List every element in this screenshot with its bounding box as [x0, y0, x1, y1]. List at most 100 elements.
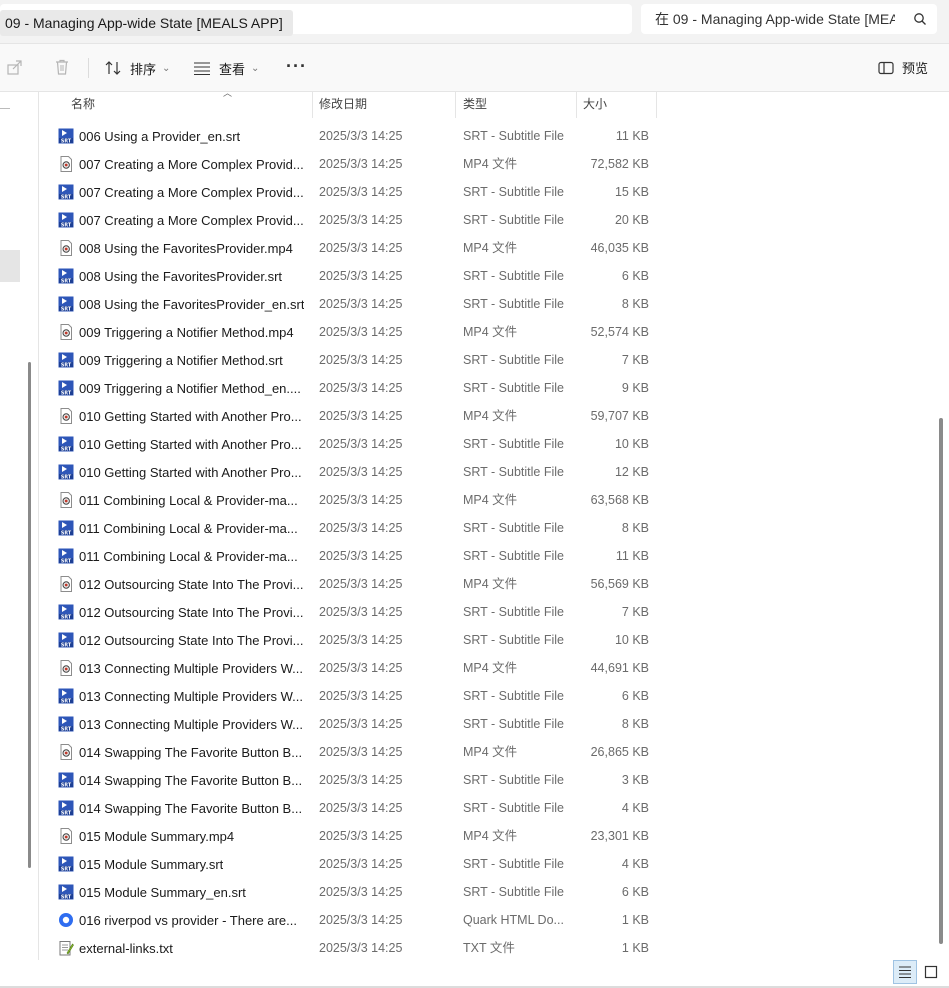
file-name-cell[interactable]: SRT 008 Using the FavoritesProvider.srt: [58, 262, 326, 290]
file-row[interactable]: 015 Module Summary.mp4 2025/3/3 14:25 MP4 …: [39, 822, 939, 850]
file-row[interactable]: SRT 015 Module Summary.srt 2025/3/3 14:25 S…: [39, 850, 939, 878]
column-header-type[interactable]: 类型: [455, 92, 575, 120]
search-input[interactable]: 在 09 - Managing App-wide State [MEALS AP…: [641, 4, 937, 34]
file-row[interactable]: 014 Swapping The Favorite Button B... 202…: [39, 738, 939, 766]
file-name-cell[interactable]: SRT 013 Connecting Multiple Providers W..…: [58, 682, 326, 710]
file-name-cell[interactable]: SRT 007 Creating a More Complex Provid...: [58, 178, 326, 206]
file-name: 012 Outsourcing State Into The Provi...: [79, 604, 304, 620]
file-date: 2025/3/3 14:25: [319, 325, 403, 339]
file-name-cell[interactable]: external-links.txt: [58, 934, 326, 962]
file-type: SRT - Subtitle File: [463, 801, 564, 815]
file-row[interactable]: 010 Getting Started with Another Pro... 2…: [39, 402, 939, 430]
file-name-cell[interactable]: SRT 012 Outsourcing State Into The Provi.…: [58, 598, 326, 626]
file-name-cell[interactable]: SRT 014 Swapping The Favorite Button B...: [58, 794, 326, 822]
file-name-cell[interactable]: SRT 009 Triggering a Notifier Method.srt: [58, 346, 326, 374]
file-name-cell[interactable]: 015 Module Summary.mp4: [58, 822, 326, 850]
delete-icon[interactable]: [53, 58, 71, 76]
column-header-date[interactable]: 修改日期: [311, 92, 455, 120]
file-name-cell[interactable]: SRT 008 Using the FavoritesProvider_en.sr…: [58, 290, 326, 318]
file-row[interactable]: SRT 006 Using a Provider_en.srt 2025/3/3 1…: [39, 122, 939, 150]
column-header-name[interactable]: 名称: [63, 92, 313, 120]
file-name-cell[interactable]: SRT 011 Combining Local & Provider-ma...: [58, 542, 326, 570]
file-name-cell[interactable]: SRT 013 Connecting Multiple Providers W..…: [58, 710, 326, 738]
file-row[interactable]: SRT 008 Using the FavoritesProvider.srt 20…: [39, 262, 939, 290]
file-type: SRT - Subtitle File: [463, 353, 564, 367]
file-row[interactable]: SRT 010 Getting Started with Another Pro.…: [39, 458, 939, 486]
file-name-cell[interactable]: 011 Combining Local & Provider-ma...: [58, 486, 326, 514]
file-row[interactable]: 016 riverpod vs provider - There are... 2…: [39, 906, 939, 934]
file-row[interactable]: 009 Triggering a Notifier Method.mp4 2025…: [39, 318, 939, 346]
view-button[interactable]: 查看 ⌄: [193, 54, 259, 82]
file-name-cell[interactable]: 012 Outsourcing State Into The Provi...: [58, 570, 326, 598]
details-view-button[interactable]: [893, 960, 917, 984]
file-row[interactable]: SRT 007 Creating a More Complex Provid...…: [39, 206, 939, 234]
file-type: SRT - Subtitle File: [463, 297, 564, 311]
file-row[interactable]: SRT 011 Combining Local & Provider-ma... 2…: [39, 514, 939, 542]
file-name-cell[interactable]: 009 Triggering a Notifier Method.mp4: [58, 318, 326, 346]
file-name-cell[interactable]: SRT 010 Getting Started with Another Pro.…: [58, 430, 326, 458]
file-row[interactable]: SRT 009 Triggering a Notifier Method.srt 2…: [39, 346, 939, 374]
breadcrumb[interactable]: 09 - Managing App-wide State [MEALS APP]: [0, 4, 632, 36]
file-row[interactable]: SRT 007 Creating a More Complex Provid...…: [39, 178, 939, 206]
file-row[interactable]: 008 Using the FavoritesProvider.mp4 2025/…: [39, 234, 939, 262]
file-name-cell[interactable]: SRT 007 Creating a More Complex Provid...: [58, 206, 326, 234]
file-date: 2025/3/3 14:25: [319, 745, 403, 759]
file-date: 2025/3/3 14:25: [319, 493, 403, 507]
file-list-scrollbar[interactable]: [939, 418, 943, 944]
mp4-icon: [58, 240, 74, 256]
file-name-cell[interactable]: 014 Swapping The Favorite Button B...: [58, 738, 326, 766]
large-icons-view-button[interactable]: [924, 965, 938, 979]
file-name-cell[interactable]: SRT 014 Swapping The Favorite Button B...: [58, 766, 326, 794]
file-row[interactable]: 012 Outsourcing State Into The Provi... 2…: [39, 570, 939, 598]
file-row[interactable]: SRT 009 Triggering a Notifier Method_en..…: [39, 374, 939, 402]
file-row[interactable]: SRT 015 Module Summary_en.srt 2025/3/3 14:…: [39, 878, 939, 906]
srt-icon: SRT: [58, 884, 74, 900]
file-name-cell[interactable]: 008 Using the FavoritesProvider.mp4: [58, 234, 326, 262]
file-row[interactable]: 007 Creating a More Complex Provid... 202…: [39, 150, 939, 178]
file-date: 2025/3/3 14:25: [319, 577, 403, 591]
command-bar: 排序 ⌄ 查看 ⌄ ··· 预览: [0, 44, 949, 92]
file-row[interactable]: SRT 013 Connecting Multiple Providers W..…: [39, 710, 939, 738]
svg-text:SRT: SRT: [61, 138, 72, 144]
file-row[interactable]: 011 Combining Local & Provider-ma... 2025…: [39, 486, 939, 514]
file-name: 011 Combining Local & Provider-ma...: [79, 520, 298, 536]
file-name-cell[interactable]: SRT 009 Triggering a Notifier Method_en..…: [58, 374, 326, 402]
file-name: 013 Connecting Multiple Providers W...: [79, 688, 303, 704]
file-row[interactable]: SRT 008 Using the FavoritesProvider_en.sr…: [39, 290, 939, 318]
chevron-down-icon: ⌄: [251, 62, 260, 74]
file-row[interactable]: SRT 013 Connecting Multiple Providers W..…: [39, 682, 939, 710]
nav-selected-item[interactable]: [0, 250, 20, 282]
file-name-cell[interactable]: SRT 012 Outsourcing State Into The Provi.…: [58, 626, 326, 654]
share-icon[interactable]: [6, 58, 24, 76]
file-row[interactable]: SRT 012 Outsourcing State Into The Provi.…: [39, 598, 939, 626]
file-row[interactable]: SRT 010 Getting Started with Another Pro.…: [39, 430, 939, 458]
file-name-cell[interactable]: 013 Connecting Multiple Providers W...: [58, 654, 326, 682]
file-type: MP4 文件: [463, 409, 518, 423]
file-name-cell[interactable]: SRT 010 Getting Started with Another Pro.…: [58, 458, 326, 486]
file-row[interactable]: SRT 014 Swapping The Favorite Button B...…: [39, 766, 939, 794]
svg-text:SRT: SRT: [61, 698, 72, 704]
file-name-cell[interactable]: SRT 015 Module Summary_en.srt: [58, 878, 326, 906]
srt-icon: SRT: [58, 436, 74, 452]
file-type: SRT - Subtitle File: [463, 521, 564, 535]
sort-button[interactable]: 排序 ⌄: [104, 54, 170, 82]
column-header-size[interactable]: 大小: [575, 92, 655, 120]
breadcrumb-current-folder[interactable]: 09 - Managing App-wide State [MEALS APP]: [0, 10, 293, 36]
file-row[interactable]: SRT 011 Combining Local & Provider-ma... 2…: [39, 542, 939, 570]
search-placeholder[interactable]: 在 09 - Managing App-wide State [MEALS AP…: [655, 4, 895, 34]
file-row[interactable]: SRT 014 Swapping The Favorite Button B...…: [39, 794, 939, 822]
file-name-cell[interactable]: 007 Creating a More Complex Provid...: [58, 150, 326, 178]
column-resize-handle[interactable]: [656, 92, 657, 118]
preview-pane-button[interactable]: 预览: [878, 58, 928, 77]
more-options-button[interactable]: ···: [286, 56, 307, 76]
file-row[interactable]: 013 Connecting Multiple Providers W... 20…: [39, 654, 939, 682]
search-icon[interactable]: [913, 12, 927, 26]
file-row[interactable]: SRT 012 Outsourcing State Into The Provi.…: [39, 626, 939, 654]
file-name-cell[interactable]: 016 riverpod vs provider - There are...: [58, 906, 326, 934]
file-name-cell[interactable]: SRT 006 Using a Provider_en.srt: [58, 122, 326, 150]
file-row[interactable]: external-links.txt 2025/3/3 14:25 TXT 文件 1 …: [39, 934, 939, 962]
file-name-cell[interactable]: 010 Getting Started with Another Pro...: [58, 402, 326, 430]
file-name-cell[interactable]: SRT 015 Module Summary.srt: [58, 850, 326, 878]
nav-scrollbar[interactable]: [28, 362, 31, 868]
file-name-cell[interactable]: SRT 011 Combining Local & Provider-ma...: [58, 514, 326, 542]
